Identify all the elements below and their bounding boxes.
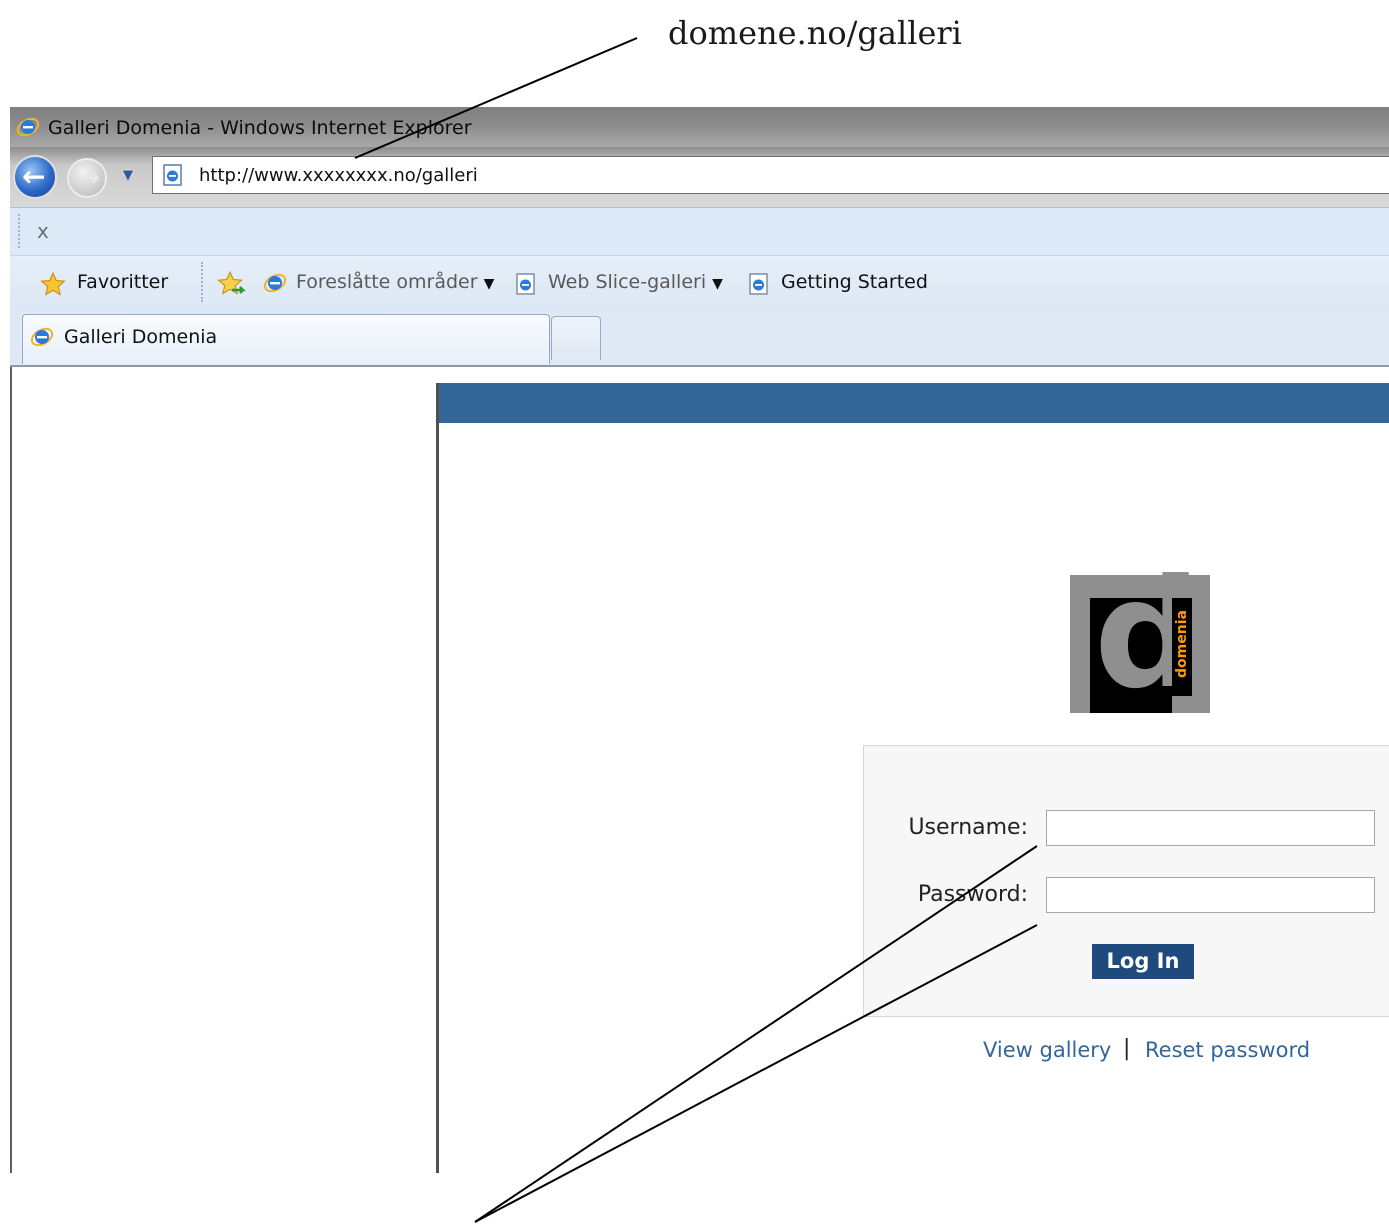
reset-password-link[interactable]: Reset password	[1145, 1038, 1310, 1062]
toolbar-separator	[201, 262, 206, 302]
logo-wordmark: domenia	[1174, 610, 1190, 678]
toolbar-grip[interactable]	[18, 214, 23, 248]
add-favorite-icon[interactable]	[217, 271, 247, 297]
favorites-button[interactable]: Favoritter	[77, 271, 168, 293]
annotation-label: domene.no/galleri	[668, 14, 962, 52]
command-bar	[10, 207, 1389, 255]
back-button[interactable]: ←	[13, 155, 57, 199]
suggested-sites-label: Foreslåtte områder	[296, 271, 478, 293]
view-gallery-link[interactable]: View gallery	[983, 1038, 1111, 1062]
star-icon	[40, 272, 66, 296]
page-icon	[749, 273, 768, 295]
recent-pages-dropdown-icon[interactable]: ▼	[120, 168, 136, 184]
login-button[interactable]: Log In	[1092, 944, 1194, 979]
password-input[interactable]	[1046, 877, 1375, 913]
close-icon[interactable]: x	[37, 219, 49, 243]
window-title: Galleri Domenia - Windows Internet Explo…	[48, 117, 472, 139]
forward-button[interactable]: →	[67, 158, 107, 198]
page-icon	[163, 164, 182, 186]
arrow-right-icon: →	[78, 163, 100, 193]
internet-explorer-icon	[263, 273, 287, 293]
page-panel-border	[436, 383, 439, 1173]
web-slice-gallery-label: Web Slice-galleri	[548, 271, 707, 293]
tab-label: Galleri Domenia	[64, 326, 218, 348]
link-separator: |	[1123, 1036, 1131, 1061]
page-icon	[516, 273, 535, 295]
password-label: Password:	[917, 882, 1028, 907]
username-label: Username:	[908, 815, 1028, 840]
suggested-sites-button[interactable]: Foreslåtte områder ▼	[296, 271, 494, 293]
dropdown-icon: ▼	[483, 276, 495, 292]
address-url[interactable]: http://www.xxxxxxxx.no/galleri	[199, 165, 478, 186]
arrow-left-icon: ←	[22, 160, 46, 193]
web-slice-gallery-button[interactable]: Web Slice-galleri ▼	[548, 271, 723, 293]
username-input[interactable]	[1046, 810, 1375, 846]
internet-explorer-icon	[30, 327, 54, 347]
internet-explorer-icon	[16, 117, 40, 137]
page-header-bar	[439, 383, 1389, 423]
viewport-border	[10, 367, 12, 1173]
new-tab-button[interactable]	[551, 316, 601, 360]
getting-started-link[interactable]: Getting Started	[781, 271, 928, 293]
dropdown-icon: ▼	[712, 276, 723, 292]
